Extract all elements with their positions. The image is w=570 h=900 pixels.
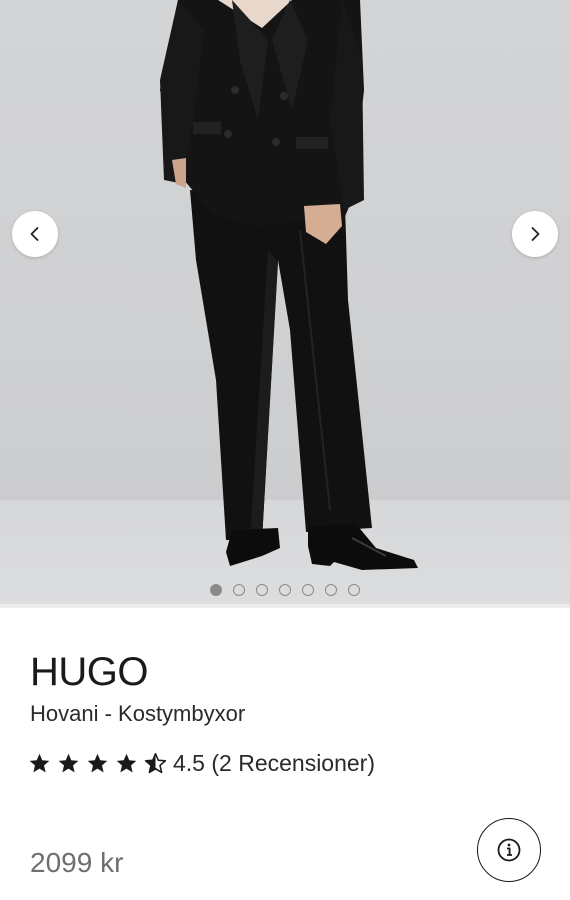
brand-name: HUGO [30,650,149,694]
slide-dot[interactable] [210,584,222,596]
previous-image-button[interactable] [12,211,58,257]
slide-dot[interactable] [302,584,314,596]
info-button[interactable] [477,818,541,882]
star-full-icon [58,753,79,772]
product-image-gallery[interactable] [0,0,570,604]
chevron-right-icon [531,227,540,241]
slide-dot[interactable] [348,584,360,596]
slide-dot[interactable] [325,584,337,596]
product-price: 2099 kr [30,847,124,878]
slide-dot[interactable] [256,584,268,596]
slide-dot[interactable] [233,584,245,596]
next-image-button[interactable] [512,211,558,257]
chevron-left-icon [30,227,39,241]
product-rating[interactable]: 4.5 (2 Recensioner) [28,748,375,778]
section-divider [0,604,570,608]
rating-stars [28,752,167,775]
slide-indicator [0,584,570,596]
info-icon [497,838,521,862]
rating-summary: 4.5 (2 Recensioner) [173,749,375,776]
star-full-icon [29,753,50,772]
product-title: Hovani - Kostymbyxor [30,701,246,726]
star-full-icon [116,753,137,772]
slide-dot[interactable] [279,584,291,596]
star-half-icon [144,752,167,773]
product-image [160,0,418,570]
star-full-icon [87,753,108,772]
